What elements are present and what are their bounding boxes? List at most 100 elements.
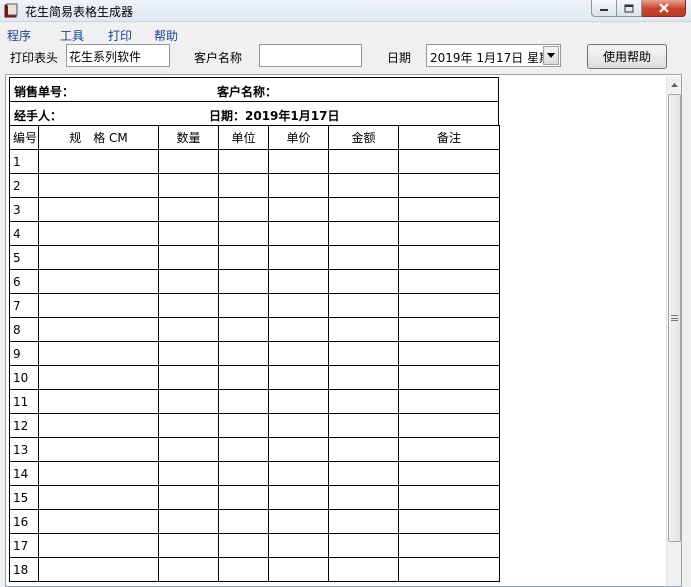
row-number-cell[interactable]: 17 (9, 533, 39, 558)
table-cell[interactable] (268, 389, 329, 414)
table-cell[interactable] (158, 389, 219, 414)
row-number-cell[interactable]: 1 (9, 149, 39, 174)
table-cell[interactable] (158, 341, 219, 366)
menu-help[interactable]: 帮助 (154, 27, 178, 44)
table-cell[interactable] (158, 485, 219, 510)
table-cell[interactable] (398, 485, 500, 510)
table-cell[interactable] (398, 269, 500, 294)
table-cell[interactable] (38, 533, 159, 558)
table-cell[interactable] (38, 413, 159, 438)
table-cell[interactable] (328, 413, 399, 438)
table-cell[interactable] (38, 365, 159, 390)
table-cell[interactable] (328, 485, 399, 510)
table-cell[interactable] (38, 461, 159, 486)
table-cell[interactable] (38, 389, 159, 414)
table-cell[interactable] (218, 365, 269, 390)
table-cell[interactable] (158, 149, 219, 174)
row-number-cell[interactable]: 7 (9, 293, 39, 318)
table-cell[interactable] (218, 317, 269, 342)
table-cell[interactable] (328, 149, 399, 174)
table-cell[interactable] (268, 509, 329, 534)
table-cell[interactable] (268, 485, 329, 510)
table-cell[interactable] (38, 245, 159, 270)
table-cell[interactable] (218, 197, 269, 222)
table-cell[interactable] (38, 221, 159, 246)
table-cell[interactable] (158, 533, 219, 558)
table-cell[interactable] (218, 389, 269, 414)
table-cell[interactable] (38, 557, 159, 582)
table-cell[interactable] (218, 437, 269, 462)
table-cell[interactable] (38, 149, 159, 174)
row-number-cell[interactable]: 4 (9, 221, 39, 246)
table-cell[interactable] (218, 533, 269, 558)
table-cell[interactable] (218, 173, 269, 198)
table-cell[interactable] (158, 197, 219, 222)
print-header-input[interactable]: 花生系列软件 (66, 44, 170, 67)
row-number-cell[interactable]: 3 (9, 197, 39, 222)
table-cell[interactable] (398, 533, 500, 558)
table-cell[interactable] (328, 437, 399, 462)
scroll-up-button[interactable] (667, 77, 681, 93)
row-number-cell[interactable]: 10 (9, 365, 39, 390)
table-cell[interactable] (268, 365, 329, 390)
table-cell[interactable] (268, 557, 329, 582)
table-cell[interactable] (398, 197, 500, 222)
table-cell[interactable] (398, 437, 500, 462)
table-cell[interactable] (218, 485, 269, 510)
table-cell[interactable] (398, 221, 500, 246)
table-cell[interactable] (268, 173, 329, 198)
row-number-cell[interactable]: 13 (9, 437, 39, 462)
table-cell[interactable] (328, 365, 399, 390)
table-cell[interactable] (158, 221, 219, 246)
table-cell[interactable] (268, 413, 329, 438)
minimize-button[interactable] (591, 0, 617, 17)
table-cell[interactable] (38, 197, 159, 222)
table-cell[interactable] (38, 437, 159, 462)
table-cell[interactable] (158, 173, 219, 198)
table-cell[interactable] (398, 389, 500, 414)
row-number-cell[interactable]: 16 (9, 509, 39, 534)
maximize-button[interactable] (617, 0, 642, 17)
table-cell[interactable] (158, 245, 219, 270)
table-cell[interactable] (268, 149, 329, 174)
menu-program[interactable]: 程序 (7, 27, 31, 44)
table-cell[interactable] (328, 245, 399, 270)
table-cell[interactable] (38, 269, 159, 294)
table-cell[interactable] (268, 221, 329, 246)
table-cell[interactable] (328, 317, 399, 342)
table-cell[interactable] (398, 317, 500, 342)
table-cell[interactable] (218, 509, 269, 534)
row-number-cell[interactable]: 11 (9, 389, 39, 414)
table-cell[interactable] (398, 245, 500, 270)
table-cell[interactable] (38, 317, 159, 342)
table-cell[interactable] (328, 341, 399, 366)
table-cell[interactable] (38, 341, 159, 366)
table-cell[interactable] (218, 149, 269, 174)
table-cell[interactable] (398, 365, 500, 390)
table-cell[interactable] (398, 173, 500, 198)
row-number-cell[interactable]: 9 (9, 341, 39, 366)
table-cell[interactable] (268, 341, 329, 366)
table-cell[interactable] (268, 245, 329, 270)
table-cell[interactable] (158, 437, 219, 462)
table-cell[interactable] (218, 341, 269, 366)
table-cell[interactable] (328, 221, 399, 246)
table-cell[interactable] (328, 389, 399, 414)
table-cell[interactable] (158, 269, 219, 294)
table-cell[interactable] (158, 293, 219, 318)
menu-print[interactable]: 打印 (108, 27, 132, 44)
table-cell[interactable] (268, 461, 329, 486)
row-number-cell[interactable]: 12 (9, 413, 39, 438)
table-cell[interactable] (328, 269, 399, 294)
table-cell[interactable] (328, 197, 399, 222)
row-number-cell[interactable]: 18 (9, 557, 39, 582)
table-cell[interactable] (328, 533, 399, 558)
table-cell[interactable] (38, 509, 159, 534)
table-cell[interactable] (268, 269, 329, 294)
close-button[interactable] (642, 0, 686, 17)
table-cell[interactable] (398, 149, 500, 174)
table-cell[interactable] (218, 557, 269, 582)
table-cell[interactable] (268, 197, 329, 222)
table-cell[interactable] (158, 317, 219, 342)
table-cell[interactable] (158, 509, 219, 534)
